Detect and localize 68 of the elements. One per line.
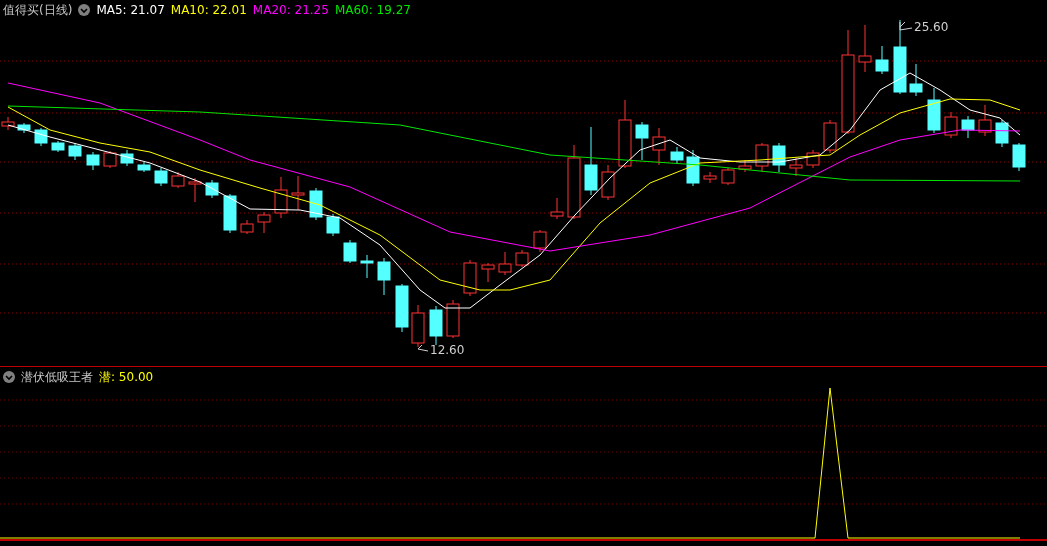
candlestick (446, 299, 460, 339)
candlestick (429, 305, 443, 346)
candlestick (223, 193, 237, 234)
candlestick (274, 176, 288, 219)
candlestick (103, 150, 117, 169)
candlestick (515, 249, 529, 268)
candlestick (875, 45, 889, 75)
candlestick (550, 197, 564, 220)
candlestick (703, 171, 717, 184)
candlestick (257, 211, 271, 234)
high-price-label: 25.60 (914, 20, 949, 34)
candlestick (944, 111, 958, 139)
leader-line (417, 344, 429, 352)
candlestick (137, 161, 151, 173)
candlestick (498, 251, 512, 276)
candlestick (823, 119, 837, 154)
candlestick (601, 164, 615, 201)
candlestick (533, 229, 547, 253)
candlestick (411, 304, 425, 348)
candlestick (463, 259, 477, 297)
candlestick (670, 146, 684, 164)
candlestick (481, 262, 495, 283)
candlestick (309, 187, 323, 221)
candlestick (86, 151, 100, 171)
indicator-value: MA10: 22.01 (170, 3, 247, 17)
dropdown-icon[interactable] (78, 4, 91, 16)
candlestick (1012, 142, 1026, 172)
candlestick (721, 167, 735, 186)
candlestick (395, 283, 409, 333)
low-price-label: 12.60 (430, 343, 465, 357)
candlestick (635, 121, 649, 161)
candlestick (291, 175, 305, 211)
dropdown-icon[interactable] (3, 371, 15, 383)
candlestick (154, 167, 168, 187)
candlestick (17, 122, 31, 134)
candlestick (978, 104, 992, 137)
candlestick (618, 99, 632, 169)
candlestick (755, 142, 769, 173)
candlestick (377, 257, 391, 296)
candlestick (995, 119, 1009, 148)
candlestick (789, 157, 803, 177)
candlestick (343, 239, 357, 264)
indicator-value: MA20: 21.25 (252, 3, 329, 17)
indicator-value: 潜: 50.00 (99, 368, 154, 386)
chart-title: 值得买(日线) (3, 1, 73, 19)
candlestick (51, 140, 65, 153)
candlestick (772, 142, 786, 173)
candlestick (171, 171, 185, 189)
leader-line (899, 21, 913, 31)
candlestick (927, 87, 941, 134)
candlestick (686, 149, 700, 187)
candlestick (240, 219, 254, 235)
indicator-value: MA5: 21.07 (96, 3, 165, 17)
candlestick (652, 127, 666, 166)
candlestick (909, 63, 923, 97)
candlestick (326, 213, 340, 237)
candlestick (68, 142, 82, 161)
candlestick (806, 149, 820, 169)
candlestick (205, 179, 219, 199)
candlestick (34, 127, 48, 147)
indicator-value: MA60: 19.27 (334, 3, 411, 17)
candlestick (858, 24, 872, 73)
candlestick (961, 115, 975, 139)
candlestick (360, 254, 374, 279)
candlestick (188, 177, 202, 203)
candlestick (120, 149, 134, 167)
indicator-title: 潜伏低吸王者 (21, 368, 93, 386)
candlestick (584, 126, 598, 196)
